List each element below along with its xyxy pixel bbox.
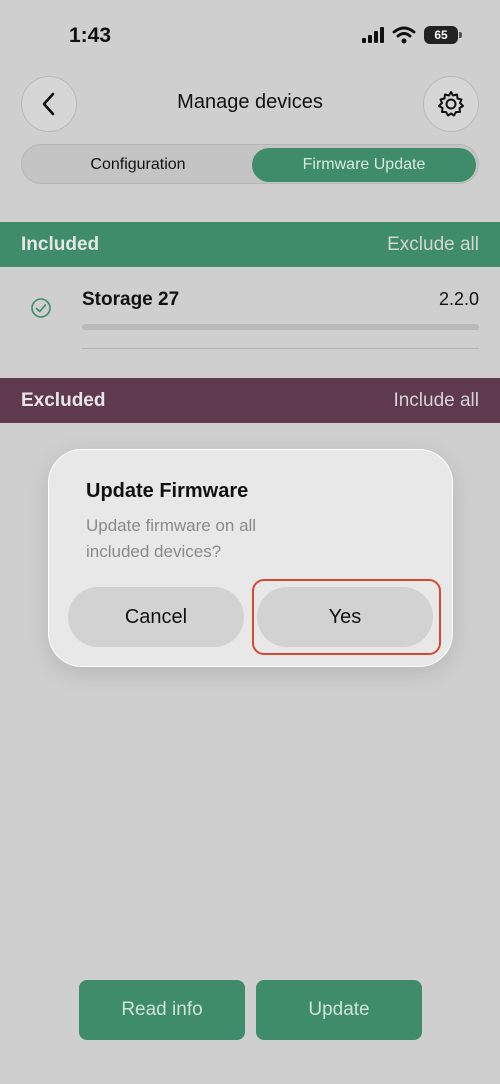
battery-icon: 65 xyxy=(424,26,462,44)
device-row[interactable]: Storage 27 2.2.0 xyxy=(0,267,500,351)
wifi-icon xyxy=(392,26,416,44)
device-progress-bar xyxy=(82,324,479,330)
read-info-button[interactable]: Read info xyxy=(79,980,245,1040)
cellular-signal-icon xyxy=(362,27,384,43)
included-section-header: Included Exclude all xyxy=(0,222,500,267)
battery-level: 65 xyxy=(434,28,448,42)
gear-icon xyxy=(438,91,464,117)
included-title: Included xyxy=(21,233,100,255)
excluded-title: Excluded xyxy=(21,389,106,411)
exclude-all-button[interactable]: Exclude all xyxy=(387,234,479,256)
device-version: 2.2.0 xyxy=(438,289,479,309)
highlight-box xyxy=(252,579,441,655)
tab-configuration[interactable]: Configuration xyxy=(25,148,251,182)
dialog-title: Update Firmware xyxy=(86,480,249,502)
cancel-button[interactable]: Cancel xyxy=(68,587,244,647)
settings-button[interactable] xyxy=(423,76,479,132)
check-circle-icon xyxy=(31,298,51,318)
status-icons: 65 xyxy=(362,26,462,44)
include-all-button[interactable]: Include all xyxy=(393,390,479,412)
status-time: 1:43 xyxy=(69,24,112,47)
status-bar: 1:43 65 xyxy=(0,0,500,74)
excluded-section-header: Excluded Include all xyxy=(0,378,500,423)
update-firmware-dialog: Update Firmware Update firmware on all i… xyxy=(48,449,453,667)
update-button[interactable]: Update xyxy=(256,980,422,1040)
tab-switcher: Configuration Firmware Update xyxy=(21,144,479,184)
dialog-message: Update firmware on all included devices? xyxy=(86,516,257,561)
tab-firmware-update[interactable]: Firmware Update xyxy=(252,148,476,182)
device-name: Storage 27 xyxy=(82,289,180,310)
divider xyxy=(82,348,479,349)
